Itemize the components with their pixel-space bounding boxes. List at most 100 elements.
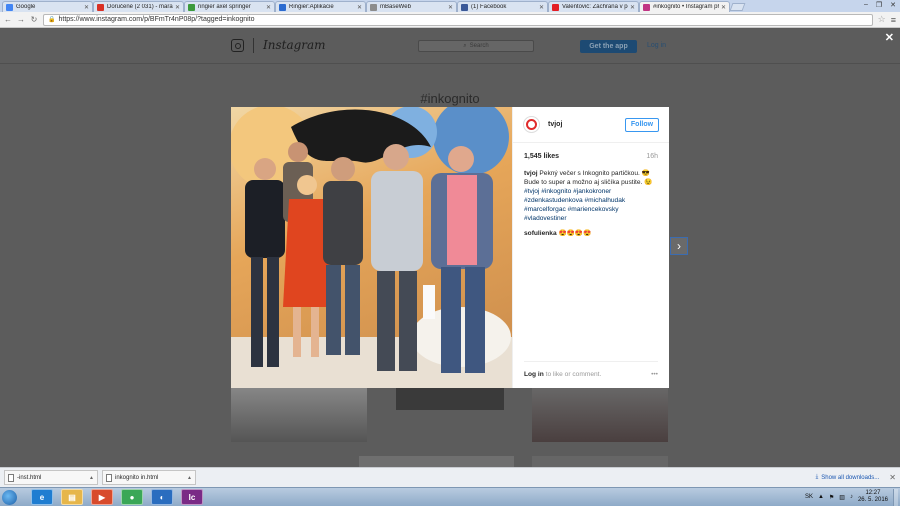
avatar[interactable] [523,116,540,133]
close-downloads-icon[interactable]: ✕ [889,473,896,482]
close-tab-icon[interactable]: ✕ [539,4,544,11]
more-options-icon[interactable]: ••• [651,371,658,378]
downloads-bar: -inst.html ▲ inkognito in.html ▲ ⤓ Show … [0,467,900,487]
post-photo[interactable] [231,107,512,388]
clock-time: 12:27 [865,490,881,496]
download-filename: -inst.html [17,474,42,481]
caption-username[interactable]: tvjoj [524,170,538,177]
favicon-icon [188,3,195,11]
taskbar-explorer-icon[interactable]: ▤ [61,489,83,505]
minimize-icon[interactable]: – [864,1,868,9]
grid-thumbnail[interactable] [532,384,668,442]
download-item[interactable]: -inst.html ▲ [4,470,98,485]
window-controls: – ❐ ✕ [864,1,896,9]
instagram-page: Instagram ⌕ Search Get the app Log in ✕ … [0,29,900,467]
download-item[interactable]: inkognito in.html ▲ [102,470,196,485]
caption-hashtags[interactable]: #tvjoj #inkognito #jankokroner #zdenkast… [524,187,658,223]
post-sidebar: tvjoj Follow 1,545 likes 16h tvjoj Pekný… [512,107,669,388]
volume-icon[interactable]: ♪ [850,494,853,500]
instagram-wordmark[interactable]: Instagram [263,38,326,52]
follow-button[interactable]: Follow [625,117,659,132]
username[interactable]: tvjoj [548,121,562,128]
next-post-arrow-icon[interactable]: › [670,237,688,255]
browser-tab[interactable]: Doručené (2 031) - mara ✕ [93,1,184,12]
tv-joj-logo-icon [526,119,537,130]
favicon-icon [97,3,104,11]
grid-thumbnail[interactable] [532,456,668,467]
login-link[interactable]: Log in [647,42,666,49]
browser-tab[interactable]: Google ✕ [2,1,93,12]
browser-tab[interactable]: Ringier:Aplikácie ✕ [275,1,366,12]
post-modal: tvjoj Follow 1,545 likes 16h tvjoj Pekný… [231,107,669,388]
like-count[interactable]: 1,545 likes [524,153,559,160]
login-prompt-link[interactable]: Log in [524,371,544,378]
new-tab-button[interactable] [729,3,746,11]
flag-icon[interactable]: ⚑ [829,494,834,501]
url-text: https://www.instagram.com/p/BFmTr4nP08p/… [58,16,255,23]
clock-date: 26. 5. 2016 [857,497,888,503]
close-tab-icon[interactable]: ✕ [357,4,362,11]
favicon-icon [461,3,468,11]
menu-icon[interactable]: ≡ [891,15,896,25]
post-time[interactable]: 16h [646,153,658,160]
browser-tab[interactable]: #inkognito • Instagram ph ✕ [639,1,730,12]
close-tab-icon[interactable]: ✕ [630,4,635,11]
file-icon [8,473,14,482]
start-button[interactable] [2,489,17,505]
browser-toolbar: ← → ↻ 🔒 https://www.instagram.com/p/BFmT… [0,12,900,28]
network-icon[interactable]: ▥ [839,494,845,501]
close-tab-icon[interactable]: ✕ [84,4,89,11]
browser-tab[interactable]: mBaseWeb ✕ [366,1,457,12]
close-tab-icon[interactable]: ✕ [721,4,726,11]
taskbar-incopy-icon[interactable]: Ic [181,489,203,505]
close-tab-icon[interactable]: ✕ [448,4,453,11]
taskbar-remote-icon[interactable]: ◐ [151,489,173,505]
favicon-icon [643,3,650,11]
close-tab-icon[interactable]: ✕ [266,4,271,11]
get-app-button[interactable]: Get the app [580,40,637,53]
favicon-icon [6,3,13,11]
comment-username[interactable]: sofulienka [524,230,557,237]
chevron-up-icon[interactable]: ▲ [89,475,94,481]
lock-icon: 🔒 [48,17,56,23]
taskbar-chrome-icon[interactable]: ● [121,489,143,505]
chevron-up-icon[interactable]: ▲ [187,475,192,481]
forward-arrow-icon[interactable]: → [17,15,25,24]
language-indicator[interactable]: SK [805,494,813,500]
tab-title: (1) Facebook [471,4,507,10]
tab-title: Google [16,4,36,10]
show-all-downloads-link[interactable]: ⤓ Show all downloads... [816,474,880,481]
close-icon[interactable]: ✕ [885,31,894,44]
show-desktop-button[interactable] [893,488,898,506]
browser-tab[interactable]: (1) Facebook ✕ [457,1,548,12]
grid-thumbnail[interactable] [231,384,367,442]
favicon-icon [370,3,377,11]
browser-tab[interactable]: ringier axel springer ✕ [184,1,275,12]
show-all-downloads-label: Show all downloads... [821,474,880,481]
login-prompt: Log in to like or comment. [524,371,601,378]
tab-title: Ringier:Aplikácie [289,4,334,10]
clock[interactable]: 12:27 26. 5. 2016 [858,490,888,504]
file-icon [106,473,112,482]
post-footer: Log in to like or comment. ••• [524,361,658,378]
reload-icon[interactable]: ↻ [30,15,38,24]
instagram-camera-icon[interactable] [231,39,244,52]
close-tab-icon[interactable]: ✕ [175,4,180,11]
tray-arrow-icon[interactable]: ▲ [818,494,824,500]
comment-item: sofulienka 😍😍😍😍 [513,223,669,237]
tab-title: Doručené (2 031) - mara [107,4,173,10]
search-input[interactable]: ⌕ Search [418,40,534,52]
taskbar-ie-icon[interactable]: e [31,489,53,505]
maximize-icon[interactable]: ❐ [876,1,882,9]
taskbar-media-icon[interactable]: ▶ [91,489,113,505]
close-window-icon[interactable]: ✕ [890,1,896,9]
star-icon[interactable]: ☆ [878,14,886,25]
tab-title: ringier axel springer [198,4,251,10]
post-author-header: tvjoj Follow [513,107,669,143]
address-bar[interactable]: 🔒 https://www.instagram.com/p/BFmTr4nP08… [43,13,873,26]
windows-taskbar: e ▤ ▶ ● ◐ Ic SK ▲ ⚑ ▥ ♪ 12:27 26. 5. 2016 [0,487,900,506]
back-arrow-icon[interactable]: ← [4,15,12,24]
grid-thumbnail[interactable] [359,456,514,467]
browser-tab[interactable]: Valentovič: Záchrana v poc ✕ [548,1,639,12]
group-photo-illustration [231,107,512,388]
